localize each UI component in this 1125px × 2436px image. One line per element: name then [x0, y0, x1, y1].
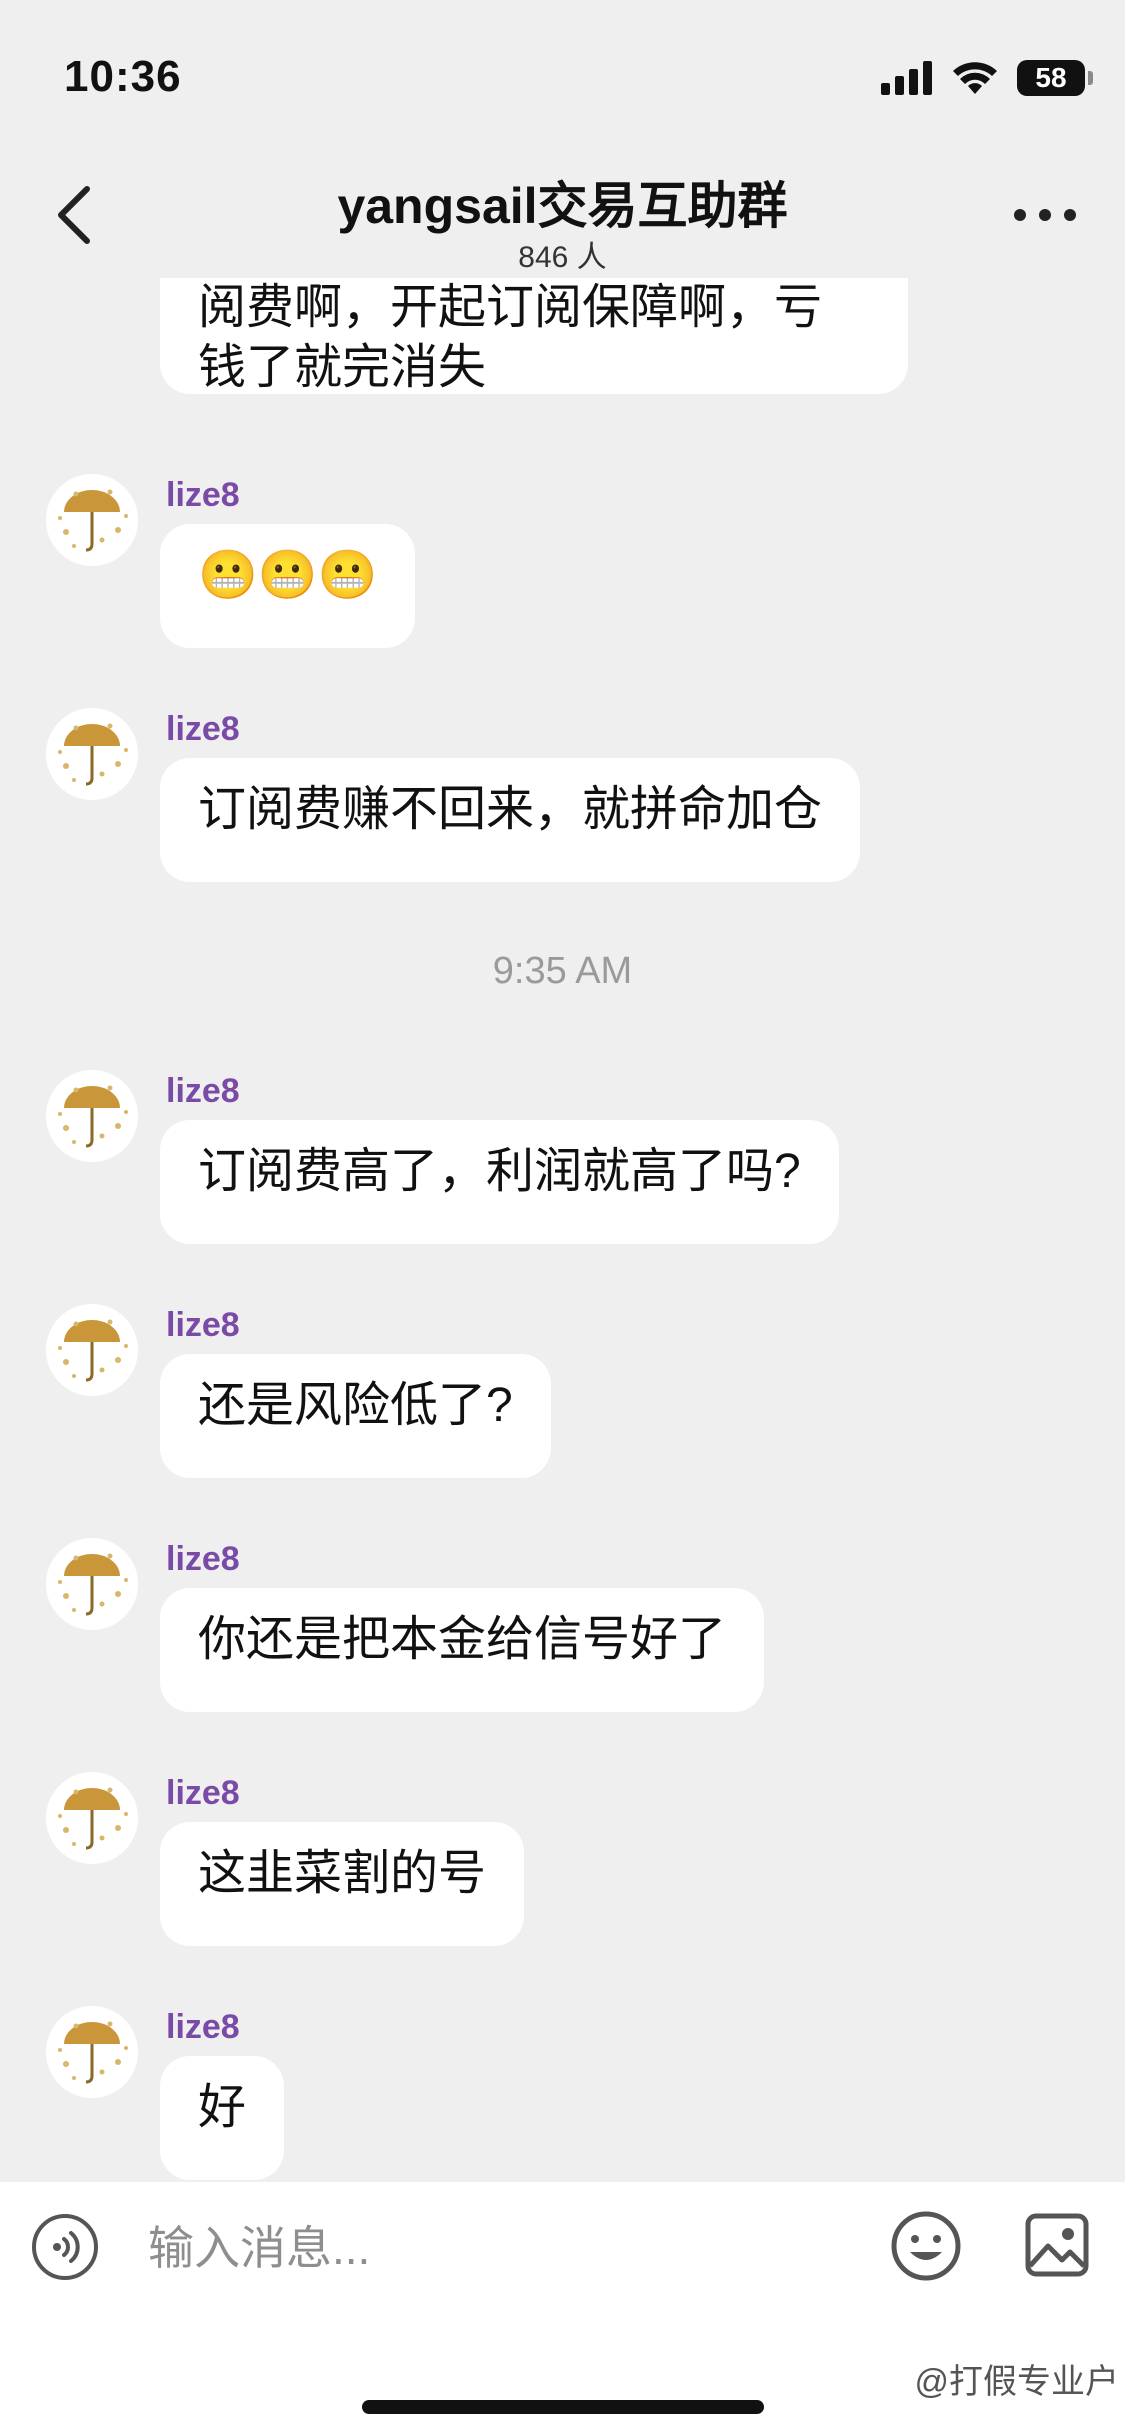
message-input[interactable]	[146, 2212, 850, 2284]
message-text: 订阅费赚不回来，就拼命加仓	[198, 783, 823, 836]
voice-icon	[53, 2231, 80, 2263]
message-bubble: 你还是把本金给信号好了	[160, 1588, 765, 1712]
umbrella-avatar-icon	[46, 474, 138, 566]
message-text: 钱了就完消失	[198, 341, 487, 394]
image-button[interactable]	[1024, 2212, 1090, 2278]
message-bubble: 阅费啊，开起订阅保障啊，亏 钱了就完消失	[160, 278, 908, 394]
message-bubble: 这韭菜割的号	[160, 1822, 525, 1946]
message-list[interactable]: 阅费啊，开起订阅保障啊，亏 钱了就完消失 lize8 😬😬😬 lize8 订阅费…	[0, 278, 1125, 2182]
sender-name[interactable]: lize8	[166, 2008, 240, 2047]
battery-level: 58	[1035, 62, 1067, 93]
message-bubble: 订阅费赚不回来，就拼命加仓	[160, 758, 861, 882]
message-text: 订阅费高了，利润就高了吗?	[198, 1145, 801, 1198]
image-icon	[1025, 2213, 1089, 2277]
battery-icon: 58	[1017, 60, 1093, 96]
more-icon	[1014, 209, 1076, 221]
message-text: 这韭菜割的号	[198, 1847, 487, 1900]
avatar[interactable]	[46, 1772, 138, 1864]
message-bubble: 😬😬😬	[160, 524, 416, 648]
message-text: 😬😬😬	[198, 549, 378, 602]
avatar[interactable]	[46, 708, 138, 800]
sender-name[interactable]: lize8	[166, 476, 240, 515]
message-bubble: 订阅费高了，利润就高了吗?	[160, 1120, 839, 1244]
message-text: 好	[198, 2081, 247, 2134]
sender-name[interactable]: lize8	[166, 1774, 240, 1813]
umbrella-avatar-icon	[46, 1772, 138, 1864]
umbrella-avatar-icon	[46, 2006, 138, 2098]
message-text: 阅费啊，开起订阅保障啊，亏	[198, 281, 823, 334]
watermark: @打假专业户	[914, 2363, 1119, 2401]
voice-button[interactable]	[32, 2214, 98, 2280]
avatar[interactable]	[46, 1304, 138, 1396]
message-text: 你还是把本金给信号好了	[198, 1613, 727, 1666]
umbrella-avatar-icon	[46, 1070, 138, 1162]
sender-name[interactable]: lize8	[166, 1540, 240, 1579]
umbrella-avatar-icon	[46, 708, 138, 800]
avatar[interactable]	[46, 474, 138, 566]
home-indicator[interactable]	[362, 2400, 764, 2414]
status-time: 10:36	[64, 52, 182, 101]
sender-name[interactable]: lize8	[166, 710, 240, 749]
message-text: 还是风险低了?	[198, 1379, 513, 1432]
avatar[interactable]	[46, 1538, 138, 1630]
more-options-button[interactable]	[1005, 190, 1085, 240]
member-count: 846 人	[518, 241, 607, 274]
umbrella-avatar-icon	[46, 1538, 138, 1630]
sender-name[interactable]: lize8	[166, 1306, 240, 1345]
sender-name[interactable]: lize8	[166, 1072, 240, 1111]
avatar[interactable]	[46, 1070, 138, 1162]
wifi-icon	[953, 62, 997, 94]
smiley-icon	[891, 2211, 961, 2281]
status-icons: 58	[881, 60, 1093, 96]
signal-icon	[881, 61, 932, 95]
umbrella-avatar-icon	[46, 1304, 138, 1396]
emoji-button[interactable]	[890, 2210, 962, 2282]
time-separator: 9:35 AM	[492, 950, 633, 992]
avatar[interactable]	[46, 2006, 138, 2098]
message-bubble: 还是风险低了?	[160, 1354, 551, 1478]
group-title: yangsail交易互助群	[337, 178, 788, 234]
message-bubble: 好	[160, 2056, 285, 2180]
